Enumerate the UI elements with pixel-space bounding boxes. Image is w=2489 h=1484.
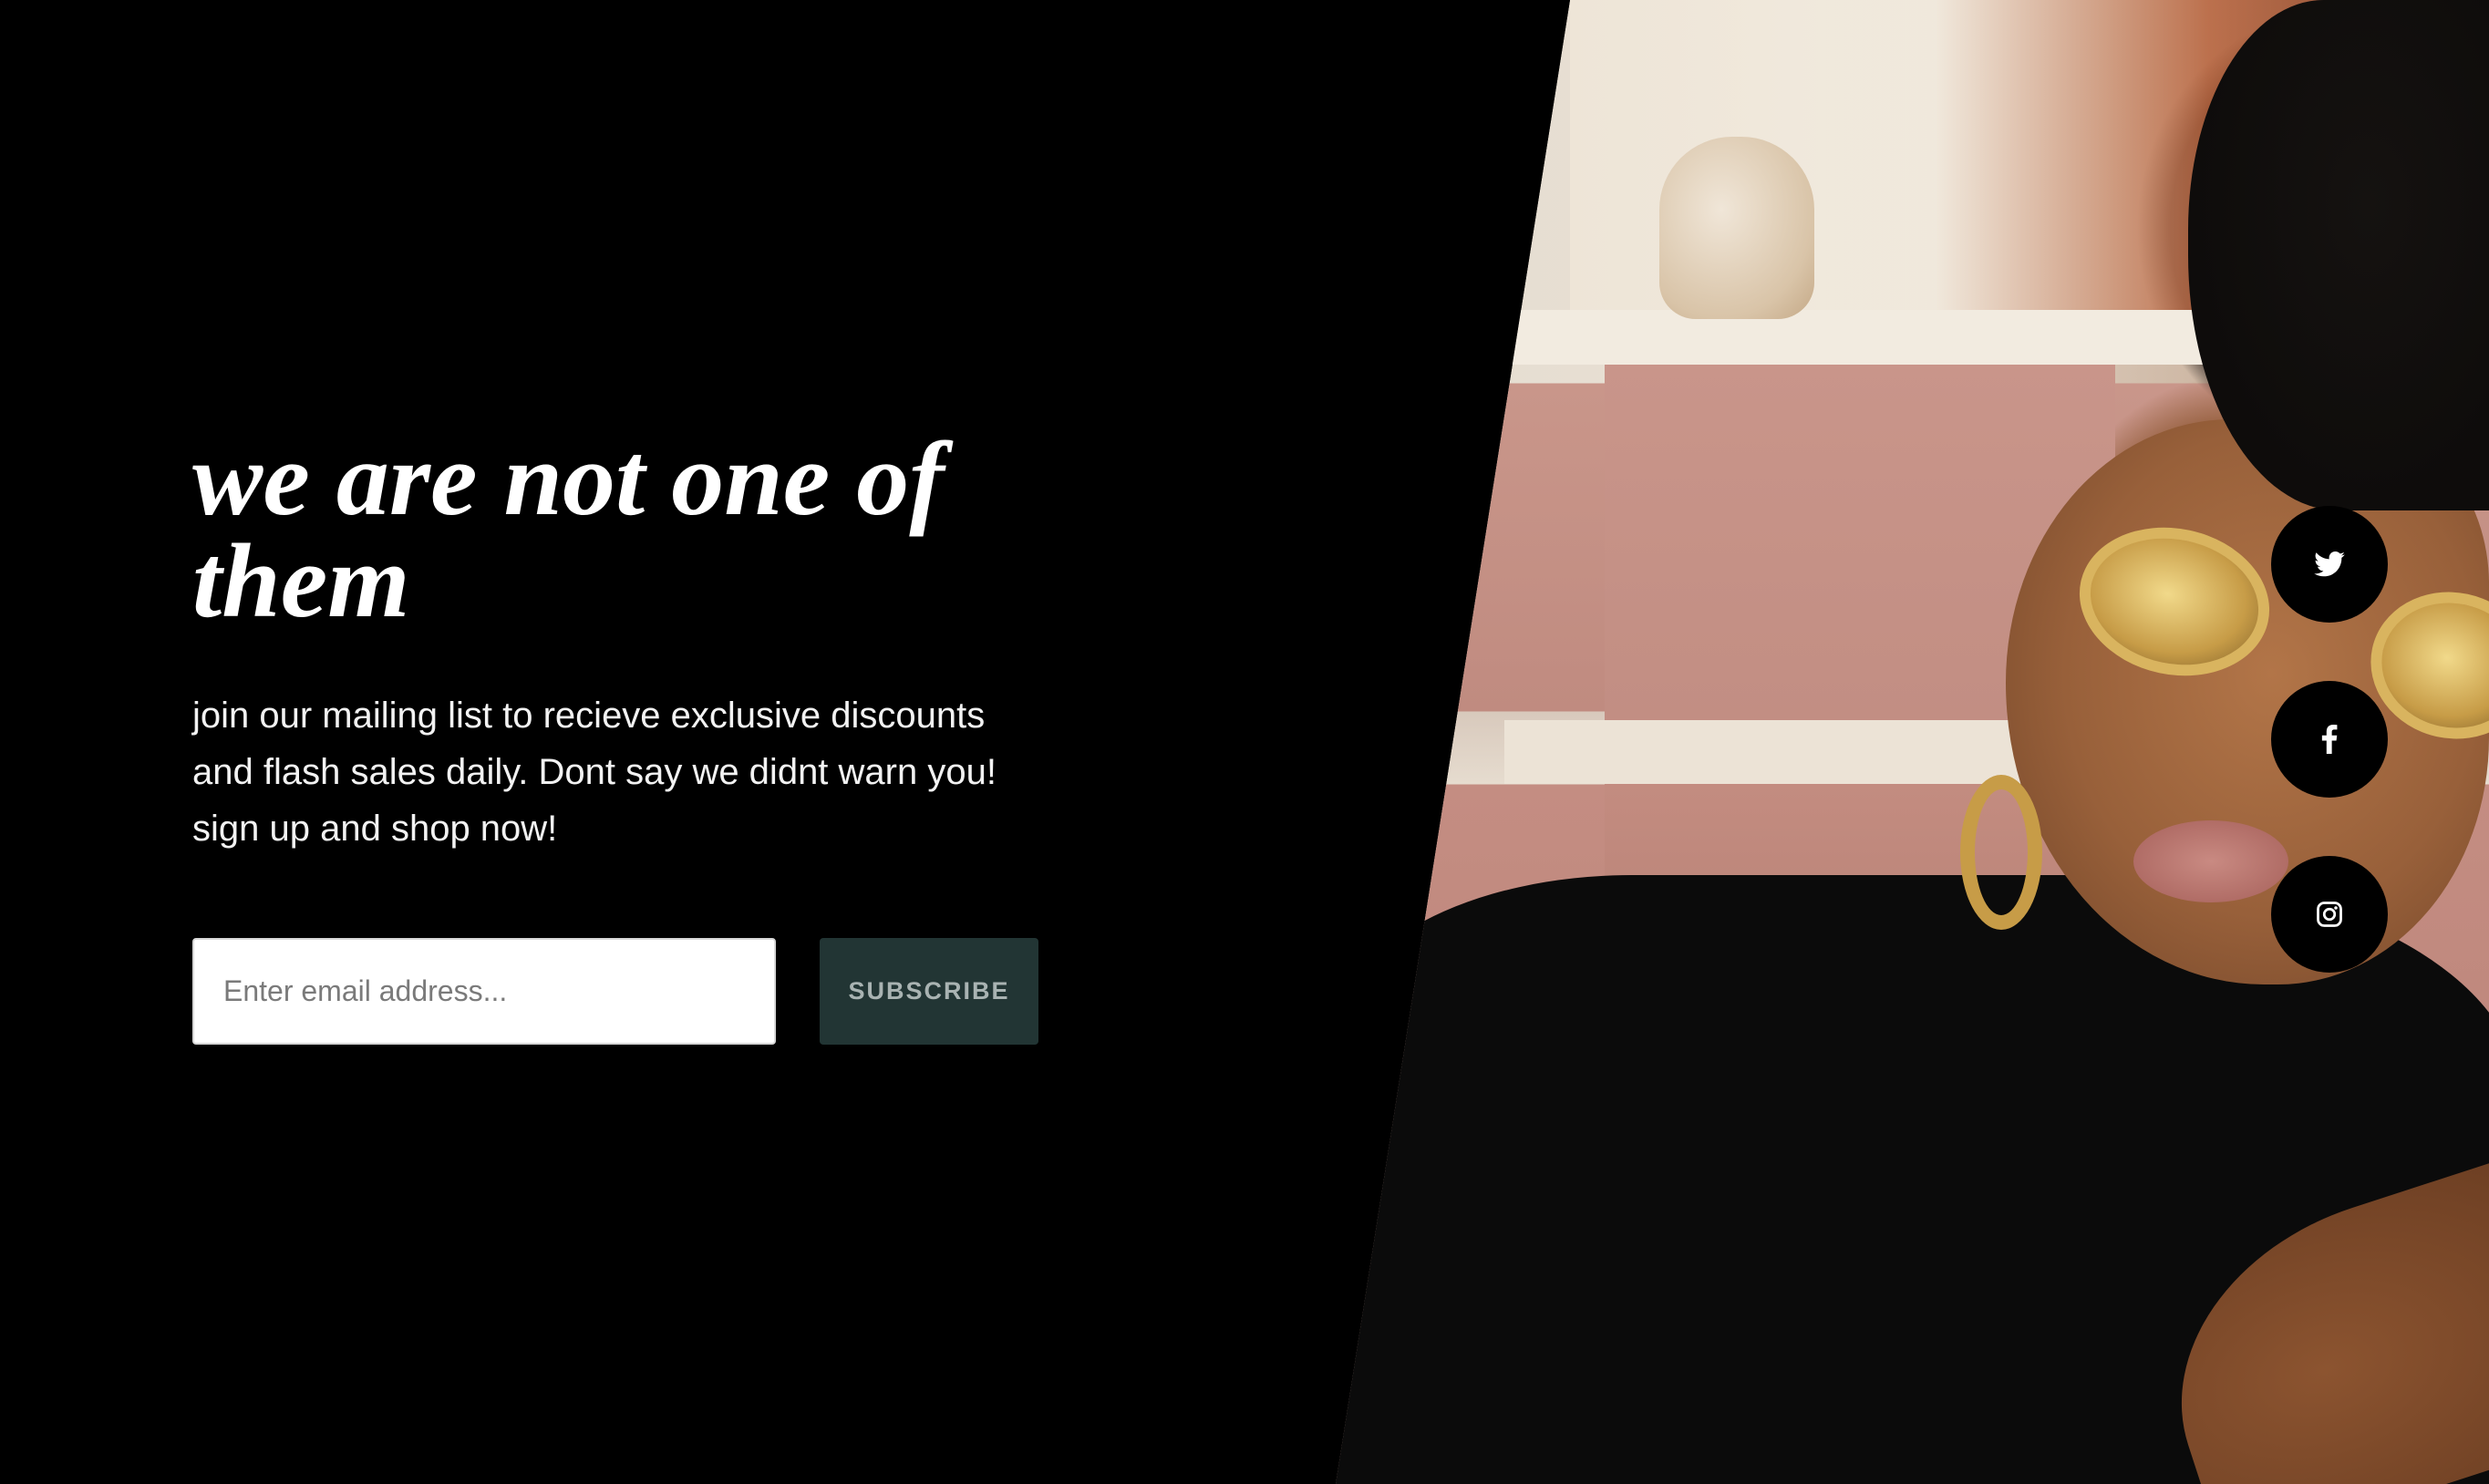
- subscribe-form: SUBSCRIBE: [192, 938, 1038, 1045]
- facebook-icon: [2321, 725, 2338, 754]
- signup-description: join our mailing list to recieve exclusi…: [192, 696, 997, 849]
- twitter-button[interactable]: [2271, 506, 2388, 623]
- facebook-button[interactable]: [2271, 681, 2388, 798]
- page-title: we are not one of them: [192, 421, 945, 640]
- email-field[interactable]: [192, 938, 776, 1045]
- twitter-icon: [2314, 551, 2345, 577]
- instagram-button[interactable]: [2271, 856, 2388, 973]
- signup-content: we are not one of them join our mailing …: [192, 421, 1068, 857]
- subscribe-button[interactable]: SUBSCRIBE: [820, 938, 1038, 1045]
- newsletter-page: we are not one of them join our mailing …: [0, 0, 2489, 1484]
- social-links: [2271, 506, 2388, 973]
- instagram-icon: [2317, 902, 2342, 927]
